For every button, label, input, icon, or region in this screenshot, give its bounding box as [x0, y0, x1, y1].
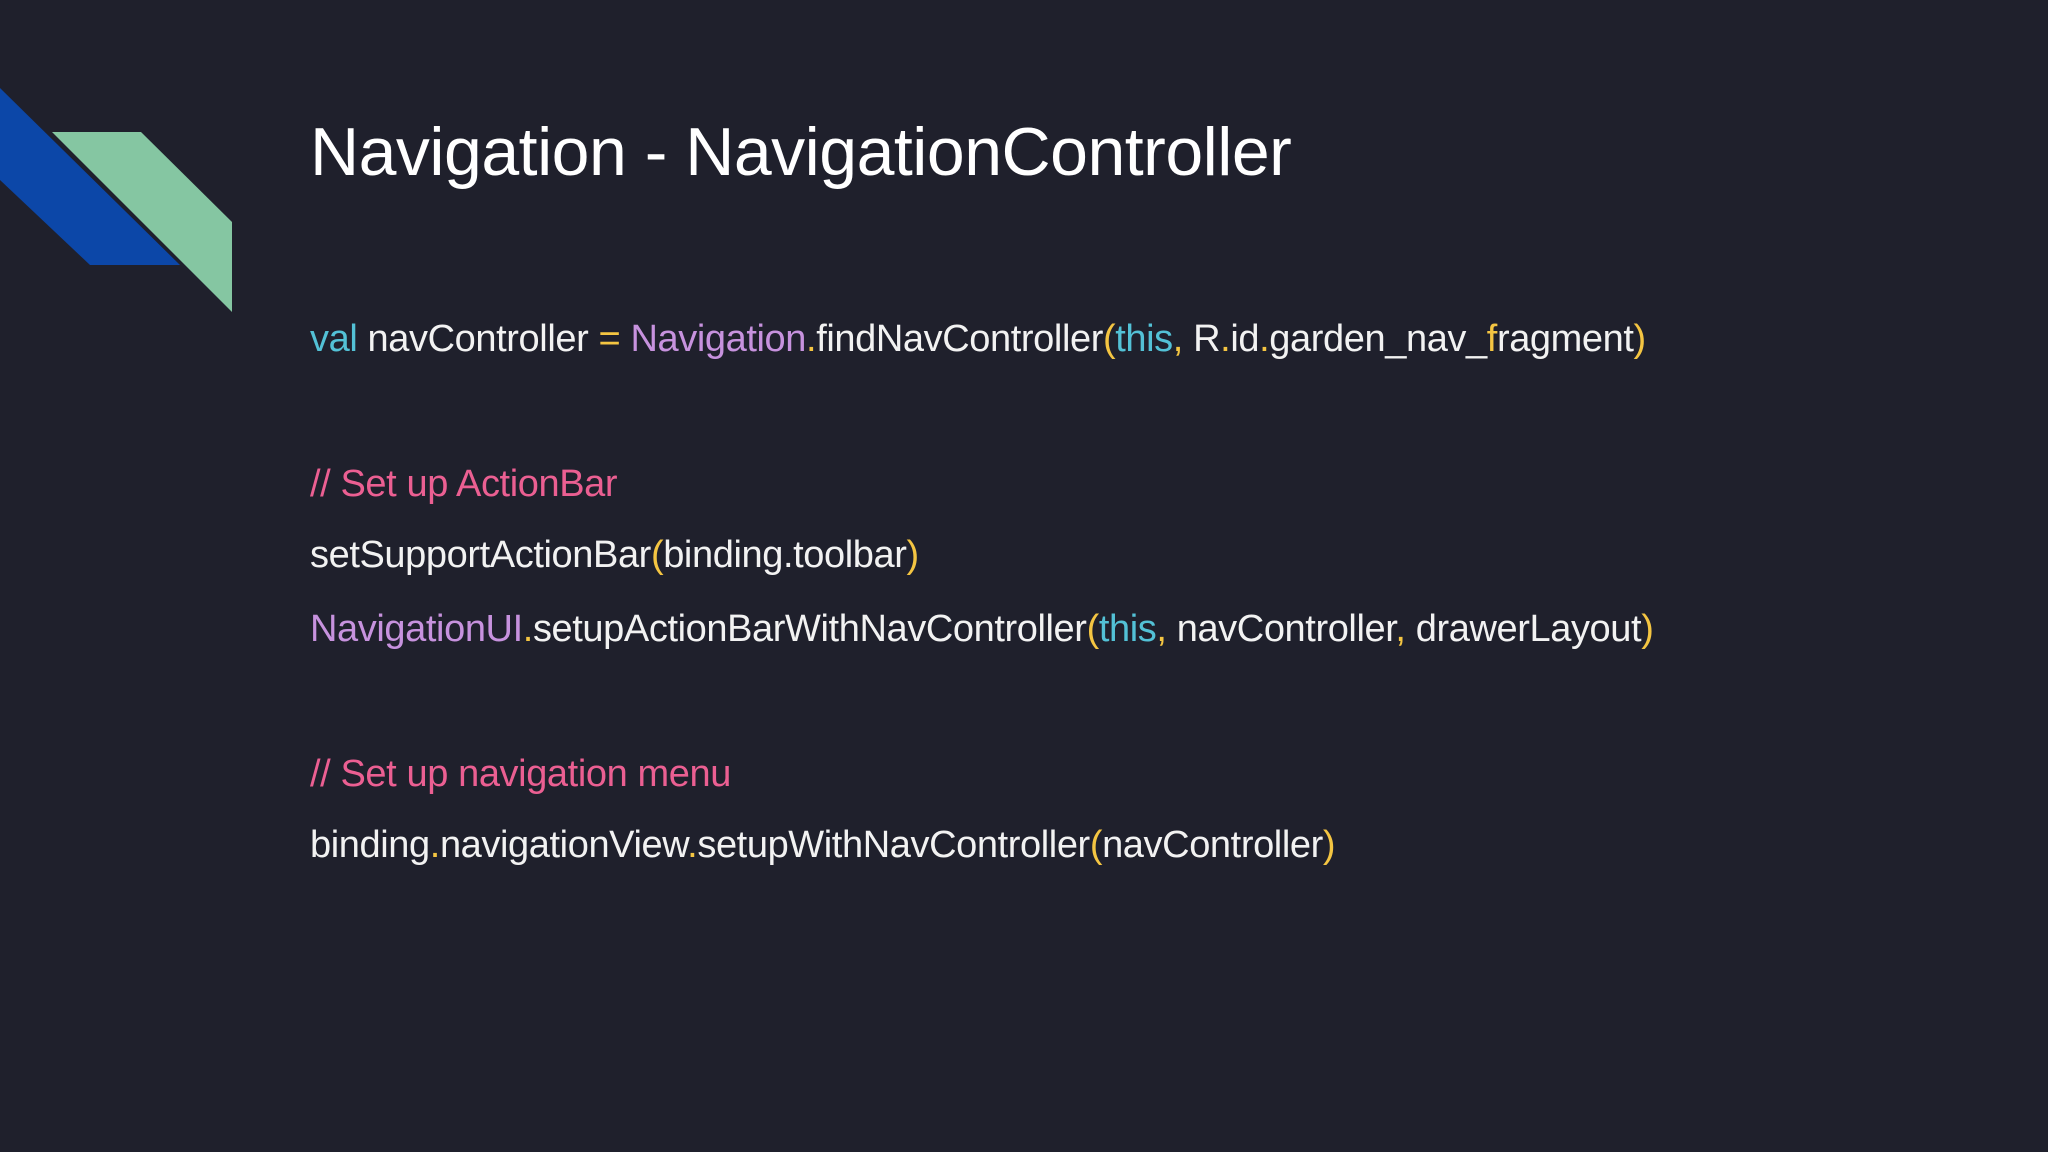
dot-operator: . — [522, 608, 534, 650]
close-paren: ) — [1633, 318, 1647, 360]
open-paren: ( — [1086, 608, 1100, 650]
dot-operator: . — [1220, 318, 1231, 360]
open-paren: ( — [1089, 824, 1103, 866]
comma: , — [1395, 608, 1406, 650]
code-line-set-support-action-bar: setSupportActionBar(binding.toolbar) — [310, 532, 919, 578]
class-name: Navigation — [620, 318, 807, 360]
keyword-val: val — [310, 318, 358, 360]
open-paren: ( — [650, 534, 664, 576]
code-line-setup-with-nav-controller: binding.navigationView.setupWithNavContr… — [310, 822, 1336, 868]
close-paren: ) — [1322, 824, 1336, 866]
keyword-this: this — [1098, 608, 1157, 650]
code-line-find-nav-controller: val navController = Navigation.findNavCo… — [310, 316, 1646, 362]
close-paren: ) — [1641, 608, 1654, 650]
function-name: setupActionBarWithNavController — [532, 608, 1087, 650]
function-name: setupWithNavController — [697, 824, 1090, 866]
id-ref: id — [1230, 318, 1260, 360]
dot-operator: . — [687, 824, 698, 866]
comma: , — [1172, 318, 1184, 360]
dot-operator: . — [806, 318, 817, 360]
argument: drawerLayout — [1405, 608, 1642, 650]
code-comment-navigation-menu: // Set up navigation menu — [310, 753, 731, 795]
argument: navController — [1166, 608, 1396, 650]
comma: , — [1156, 608, 1167, 650]
keyword-this: this — [1115, 318, 1173, 360]
open-paren: ( — [1102, 318, 1116, 360]
slide-title: Navigation - NavigationController — [310, 114, 1292, 190]
code-line-setup-action-bar: NavigationUI.setupActionBarWithNavContro… — [310, 606, 1654, 652]
function-name: findNavController — [816, 318, 1103, 360]
function-name: setSupportActionBar — [310, 534, 651, 576]
corner-decoration — [0, 88, 232, 312]
resource-name-part: ragment — [1496, 318, 1634, 360]
object-name: binding — [310, 824, 430, 866]
argument: navController — [1102, 824, 1323, 866]
variable-name: navController — [357, 318, 599, 360]
property-name: navigationView — [439, 824, 688, 866]
slide: Navigation - NavigationController val na… — [0, 0, 2048, 1152]
class-name: NavigationUI — [310, 608, 523, 650]
code-comment-actionbar: // Set up ActionBar — [310, 463, 618, 505]
assign-operator: = — [598, 318, 621, 360]
resource-name-part: garden_nav_ — [1269, 318, 1487, 360]
close-paren: ) — [906, 534, 920, 576]
resource-name-highlight: f — [1486, 318, 1498, 360]
dot-operator: . — [429, 824, 441, 866]
argument: binding.toolbar — [663, 534, 907, 576]
r-class: R — [1182, 318, 1221, 360]
dot-operator: . — [1259, 318, 1270, 360]
